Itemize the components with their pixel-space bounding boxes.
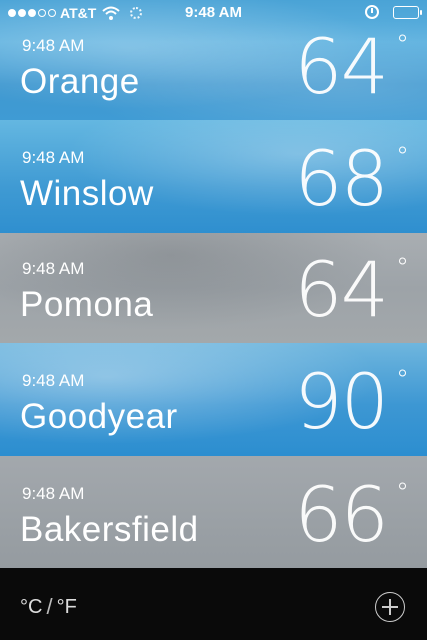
city-name: Winslow <box>20 174 154 213</box>
bottom-toolbar: °C / °F <box>0 568 427 640</box>
city-row-bakersfield[interactable]: 9:48 AM Bakersfield 66 ° <box>0 456 427 568</box>
city-time: 9:48 AM <box>22 148 85 167</box>
degree-symbol: ° <box>396 365 409 395</box>
city-row-pomona[interactable]: 9:48 AM Pomona 64 ° <box>0 233 427 343</box>
unit-separator: / <box>46 594 53 619</box>
city-time: 9:48 AM <box>22 371 85 390</box>
city-temperature: 64 <box>294 245 389 334</box>
city-name: Bakersfield <box>20 510 199 549</box>
battery-icon <box>393 5 422 19</box>
alarm-icon <box>365 5 379 19</box>
city-name: Pomona <box>20 285 154 324</box>
celsius-option[interactable]: °C <box>20 596 42 619</box>
degree-symbol: ° <box>396 253 409 283</box>
degree-symbol: ° <box>396 478 409 508</box>
city-temperature: 68 <box>294 134 389 223</box>
city-temperature: 90 <box>294 357 389 446</box>
city-name: Goodyear <box>20 397 178 436</box>
status-bar: AT&T 9:48 AM <box>0 0 427 26</box>
fahrenheit-option[interactable]: °F <box>57 596 77 619</box>
city-time: 9:48 AM <box>22 484 85 503</box>
city-time: 9:48 AM <box>22 36 85 55</box>
degree-symbol: ° <box>396 142 409 172</box>
city-temperature: 64 <box>294 22 389 111</box>
status-time: 9:48 AM <box>185 4 242 21</box>
add-icon[interactable] <box>375 592 405 622</box>
city-time: 9:48 AM <box>22 259 85 278</box>
unit-toggle[interactable]: °C / °F <box>20 594 77 620</box>
city-row-winslow[interactable]: 9:48 AM Winslow 68 ° <box>0 120 427 233</box>
degree-symbol: ° <box>396 30 409 60</box>
city-name: Orange <box>20 62 140 101</box>
city-temperature: 66 <box>294 470 389 559</box>
city-row-goodyear[interactable]: 9:48 AM Goodyear 90 ° <box>0 343 427 456</box>
